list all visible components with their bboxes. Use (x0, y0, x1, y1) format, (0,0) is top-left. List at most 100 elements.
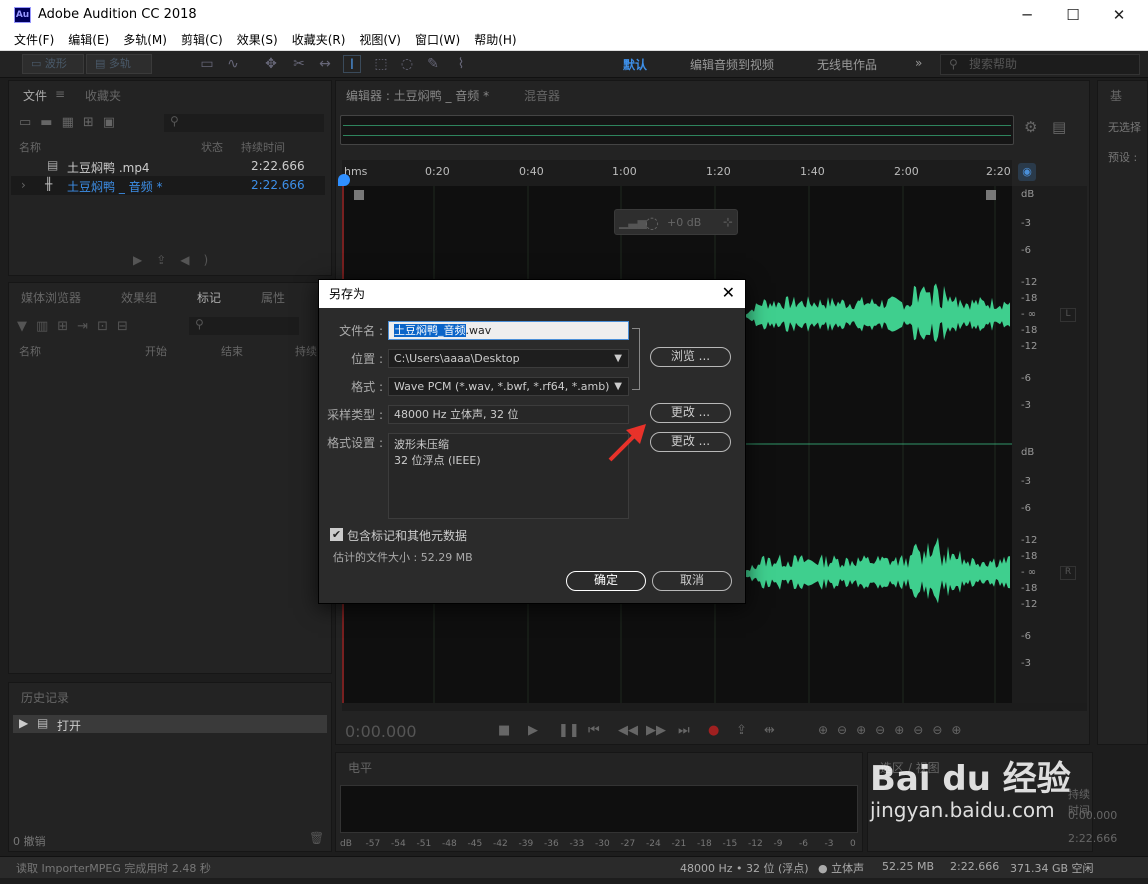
rewind-icon[interactable]: ◀◀ (618, 723, 638, 738)
tab-files[interactable]: 文件 (23, 87, 47, 104)
panel-options-icon[interactable]: ▤ (1052, 118, 1066, 136)
location-select[interactable]: C:\Users\aaaa\Desktop ▼ (388, 349, 629, 368)
play-marker-icon: ▶ (19, 716, 29, 730)
title-bar: Au Adobe Audition CC 2018 ─ ☐ ✕ (0, 0, 1148, 30)
pin-icon[interactable]: ⊹ (723, 215, 733, 229)
menu-window[interactable]: 窗口(W) (408, 30, 467, 50)
level-tick: -27 (620, 839, 636, 849)
menu-effects[interactable]: 效果(S) (230, 30, 285, 50)
col-start[interactable]: 开始 (145, 343, 167, 359)
record-icon[interactable]: ● (708, 723, 719, 738)
dialog-title: 另存为 (319, 280, 745, 308)
preview-controls-icons[interactable]: ▶⇪◀) (133, 253, 222, 267)
history-item[interactable]: ▶ ▤ 打开 (13, 715, 327, 733)
panel-menu-icon[interactable]: ≡ (55, 87, 65, 101)
horizontal-scrollbar[interactable] (342, 703, 1087, 711)
menu-favorites[interactable]: 收藏夹(R) (285, 30, 353, 50)
pause-icon[interactable]: ❚❚ (558, 723, 580, 738)
workspace-default[interactable]: 默认 (623, 56, 647, 73)
spectral-pitch-icon[interactable]: ∿ (224, 55, 242, 73)
minimize-button[interactable]: ─ (1004, 0, 1050, 30)
level-tick: -45 (467, 839, 483, 849)
tab-favorites[interactable]: 收藏夹 (85, 87, 121, 104)
col-status[interactable]: 状态 (201, 139, 223, 155)
trash-icon[interactable]: 🗑 (309, 831, 324, 845)
file-row[interactable]: ▤ 土豆焖鸭 .mp4 2:22.666 (11, 157, 325, 176)
file-row[interactable]: › ╫ 土豆焖鸭 _ 音频 * 2:22.666 (11, 176, 325, 195)
tab-editor[interactable]: 编辑器 : 土豆焖鸭 _ 音频 * (346, 87, 489, 104)
menu-clip[interactable]: 剪辑(C) (174, 30, 230, 50)
menu-file[interactable]: 文件(F) (7, 30, 61, 50)
menu-multitrack[interactable]: 多轨(M) (116, 30, 174, 50)
cancel-button[interactable]: 取消 (652, 571, 732, 591)
marker-filter-search[interactable]: ⚲ (189, 317, 299, 335)
playhead-marker[interactable] (338, 174, 350, 186)
menu-help[interactable]: 帮助(H) (467, 30, 523, 50)
tab-mixer[interactable]: 混音器 (524, 87, 560, 104)
time-ruler[interactable]: hms 0:20 0:40 1:00 1:20 1:40 2:00 2:20 (338, 160, 1012, 186)
media-browser-panel: 媒体浏览器 效果组 标记 属性 ▼▥⊞⇥⊡⊟ ⚲ 名称 开始 结束 持续 (8, 282, 332, 674)
marquee-tool-icon[interactable]: ⬚ (372, 55, 390, 73)
change-sample-type-button[interactable]: 更改 ... (650, 403, 731, 423)
browse-button[interactable]: 浏览 ... (650, 347, 731, 367)
tab-markers[interactable]: 标记 (197, 289, 221, 306)
sample-type-field: 48000 Hz 立体声, 32 位 (388, 405, 629, 424)
menu-edit[interactable]: 编辑(E) (61, 30, 116, 50)
col-name[interactable]: 名称 (19, 343, 41, 359)
stop-icon[interactable]: ■ (498, 723, 510, 738)
spectral-frequency-icon[interactable]: ▭ (198, 55, 216, 73)
marker-actions-icons[interactable]: ▼▥⊞⇥⊡⊟ (17, 319, 137, 334)
go-to-end-icon[interactable]: ⏭ (678, 723, 690, 738)
skip-selection-icon[interactable]: ⇹ (764, 723, 775, 738)
ok-button[interactable]: 确定 (566, 571, 646, 591)
toolbar: ▭ 波形 ▤ 多轨 ▭ ∿ ✥ ✂ ↔ I ⬚ ◌ ✎ ⌇ 默认 编辑音频到视频… (0, 51, 1148, 78)
col-duration[interactable]: 持续时间 (241, 139, 285, 155)
lock-playhead-icon[interactable]: ◉ (1018, 163, 1036, 181)
tab-media-browser[interactable]: 媒体浏览器 (21, 289, 81, 306)
hud-volume-control[interactable]: ▁▃▅ ◌ +0 dB ⊹ (614, 209, 738, 235)
file-filter-search[interactable]: ⚲ (164, 114, 324, 132)
format-select[interactable]: Wave PCM (*.wav, *.bwf, *.rf64, *.amb) ▼ (388, 377, 629, 396)
zoom-reset-icon[interactable]: ⚙ (1024, 118, 1037, 136)
filename-input[interactable]: 土豆焖鸭_音频.wav (388, 321, 629, 340)
left-channel-toggle[interactable]: L (1060, 308, 1076, 322)
zoom-controls-icons[interactable]: ⊕⊖⊕⊖⊕⊖⊖⊕ (818, 723, 970, 737)
change-format-settings-button[interactable]: 更改 ... (650, 432, 731, 452)
workspace-radio-production[interactable]: 无线电作品 (817, 56, 877, 73)
more-workspaces-icon[interactable]: » (915, 56, 922, 70)
razor-tool-icon[interactable]: ✂ (290, 55, 308, 73)
overview-waveform[interactable] (340, 115, 1014, 145)
loop-icon[interactable]: ⇪ (736, 723, 747, 738)
waveform-view-button[interactable]: ▭ 波形 (22, 54, 84, 74)
fast-forward-icon[interactable]: ▶▶ (646, 723, 666, 738)
menu-view[interactable]: 视图(V) (352, 30, 408, 50)
spot-healing-icon[interactable]: ⌇ (452, 55, 470, 73)
dialog-close-icon[interactable]: ✕ (722, 283, 735, 302)
file-actions-icons[interactable]: ▭▬▦⊞▣ (19, 115, 124, 130)
col-duration[interactable]: 持续 (295, 343, 317, 359)
volume-knob-icon[interactable]: ◌ (645, 213, 659, 232)
play-icon[interactable]: ▶ (528, 723, 538, 738)
move-tool-icon[interactable]: ✥ (262, 55, 280, 73)
brush-tool-icon[interactable]: ✎ (424, 55, 442, 73)
workspace-edit-audio-to-video[interactable]: 编辑音频到视频 (690, 56, 774, 73)
lasso-tool-icon[interactable]: ◌ (398, 55, 416, 73)
col-end[interactable]: 结束 (221, 343, 243, 359)
include-metadata-checkbox[interactable]: ✔ (330, 528, 343, 541)
right-channel-toggle[interactable]: R (1060, 566, 1076, 580)
go-to-start-icon[interactable]: ⏮ (588, 723, 600, 738)
level-tick: -54 (391, 839, 406, 849)
tab-properties[interactable]: 属性 (261, 289, 285, 306)
maximize-button[interactable]: ☐ (1050, 0, 1096, 30)
tab-effects-rack[interactable]: 效果组 (121, 289, 157, 306)
multitrack-view-button[interactable]: ▤ 多轨 (86, 54, 152, 74)
bracket-decoration (632, 328, 640, 390)
close-window-button[interactable]: ✕ (1096, 0, 1142, 30)
time-selection-tool-icon[interactable]: I (343, 55, 361, 73)
level-tick: -15 (722, 839, 738, 849)
slip-tool-icon[interactable]: ↔ (316, 55, 334, 73)
format-settings-box: 波形未压缩 32 位浮点 (IEEE) (388, 433, 629, 519)
expand-chevron-icon[interactable]: › (21, 178, 26, 192)
col-name[interactable]: 名称 (19, 139, 41, 155)
help-search-input[interactable]: ⚲ 搜索帮助 (940, 54, 1140, 75)
